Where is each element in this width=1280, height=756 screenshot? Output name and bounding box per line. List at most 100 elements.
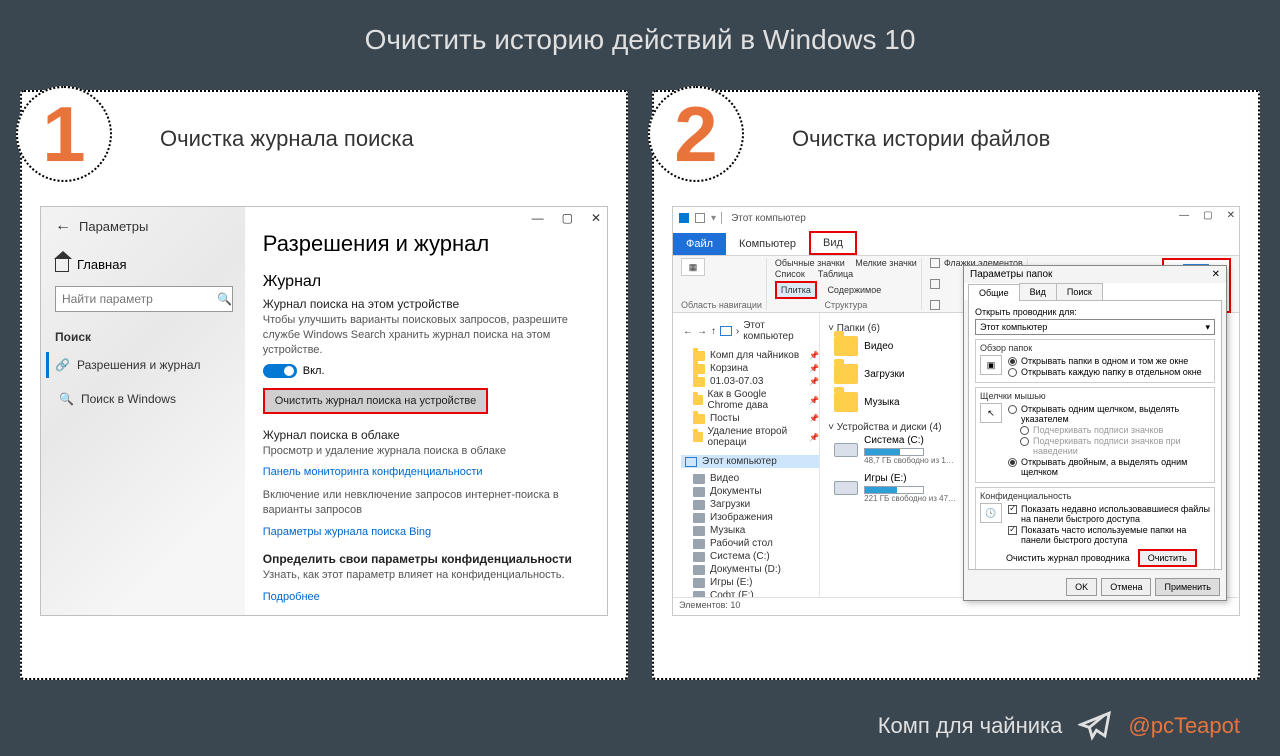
device-journal-toggle[interactable]: Вкл. bbox=[263, 364, 593, 378]
privacy-desc: Узнать, как этот параметр влияет на конф… bbox=[263, 568, 593, 583]
close-icon[interactable]: ✕ bbox=[591, 211, 601, 225]
check-recent-files[interactable]: Показать недавно использовавшиеся файлы … bbox=[1008, 504, 1210, 524]
page-footer: Комп для чайника @pcTeapot bbox=[0, 696, 1280, 756]
minimize-icon[interactable]: — bbox=[532, 211, 544, 225]
sidebar-item[interactable]: Комп для чайников📌 bbox=[681, 349, 819, 362]
pc-icon bbox=[685, 457, 697, 467]
sidebar-item[interactable]: Софт (F:) bbox=[681, 589, 819, 597]
sidebar-item[interactable]: Документы bbox=[681, 485, 819, 498]
drive-icon bbox=[693, 578, 705, 588]
apply-button[interactable]: Применить bbox=[1155, 578, 1220, 596]
clear-explorer-journal-button[interactable]: Очистить bbox=[1138, 549, 1197, 567]
sidebar-item[interactable]: Игры (E:) bbox=[681, 576, 819, 589]
drive-icon bbox=[693, 474, 705, 484]
back-arrow-icon: ← bbox=[55, 217, 71, 235]
close-icon[interactable]: ✕ bbox=[1227, 210, 1235, 221]
explorer-title-text: Этот компьютер bbox=[731, 213, 806, 224]
radio-new-window[interactable]: Открывать каждую папку в отдельном окне bbox=[1008, 367, 1210, 377]
folder-icon bbox=[693, 432, 703, 442]
sidebar-item[interactable]: Удаление второй операци📌 bbox=[681, 425, 819, 449]
tab-computer[interactable]: Компьютер bbox=[726, 233, 809, 255]
step-badge-2: 2 bbox=[648, 86, 744, 182]
settings-main: — ▢ ✕ Разрешения и журнал Журнал Журнал … bbox=[245, 207, 607, 615]
nav-item-label: Разрешения и журнал bbox=[77, 358, 201, 372]
settings-back-row[interactable]: ← Параметры bbox=[55, 217, 233, 235]
footer-handle[interactable]: @pcTeapot bbox=[1128, 713, 1240, 739]
folder-icon bbox=[693, 364, 705, 374]
drive-icon bbox=[834, 443, 858, 457]
sidebar-item[interactable]: Посты📌 bbox=[681, 412, 819, 425]
nav-item-permissions[interactable]: 🔗 Разрешения и журнал bbox=[46, 352, 233, 378]
clear-device-journal-button[interactable]: Очистить журнал поиска на устройстве bbox=[263, 388, 488, 414]
nav-pane-icon[interactable]: ▦ bbox=[681, 258, 705, 276]
explorer-tabs: Файл Компьютер Вид bbox=[673, 229, 1239, 255]
dialog-tab-search[interactable]: Поиск bbox=[1056, 283, 1103, 300]
sidebar-item[interactable]: Корзина📌 bbox=[681, 362, 819, 375]
explorer-window-buttons[interactable]: — ▢ ✕ bbox=[1179, 210, 1235, 221]
chevron-down-icon: ▾ bbox=[1205, 322, 1210, 333]
sidebar-item[interactable]: Система (C:) bbox=[681, 550, 819, 563]
cloud-journal-heading: Журнал поиска в облаке bbox=[263, 428, 593, 442]
window-buttons[interactable]: — ▢ ✕ bbox=[532, 211, 601, 225]
radio-double-click[interactable]: Открывать двойным, а выделять одним щелч… bbox=[1008, 457, 1210, 477]
sidebar-item[interactable]: Рабочий стол bbox=[681, 537, 819, 550]
dialog-tab-view[interactable]: Вид bbox=[1019, 283, 1057, 300]
nav-home[interactable]: Главная bbox=[55, 257, 233, 272]
nav-item-label: Поиск в Windows bbox=[81, 392, 176, 406]
journal-heading: Журнал bbox=[263, 273, 593, 291]
sidebar-item[interactable]: Изображения bbox=[681, 511, 819, 524]
cloud-journal-desc: Просмотр и удаление журнала поиска в обл… bbox=[263, 444, 593, 459]
checkbox-icon[interactable] bbox=[930, 258, 940, 268]
page-title: Очистить историю действий в Windows 10 bbox=[365, 24, 916, 56]
cursor-icon: ↖ bbox=[980, 403, 1002, 423]
device-journal-heading: Журнал поиска на этом устройстве bbox=[263, 297, 593, 311]
maximize-icon[interactable]: ▢ bbox=[562, 211, 573, 225]
sidebar-item[interactable]: Музыка bbox=[681, 524, 819, 537]
sidebar-item[interactable]: 01.03-07.03📌 bbox=[681, 375, 819, 388]
radio-underline-hover: Подчеркивать подписи значков при наведен… bbox=[1020, 436, 1210, 456]
panel-1-title: Очистка журнала поиска bbox=[160, 126, 608, 152]
qat-icon bbox=[695, 213, 705, 223]
radio-underline-always: Подчеркивать подписи значков bbox=[1020, 425, 1210, 435]
link-more[interactable]: Подробнее bbox=[263, 591, 320, 603]
link-privacy-panel[interactable]: Панель мониторинга конфиденциальности bbox=[263, 466, 483, 478]
folder-icon bbox=[693, 377, 705, 387]
maximize-icon[interactable]: ▢ bbox=[1203, 210, 1212, 221]
clear-explorer-journal-label: Очистить журнал проводника bbox=[1006, 553, 1130, 563]
layout-tiles-button[interactable]: Плитка bbox=[775, 281, 817, 299]
tab-view[interactable]: Вид bbox=[809, 231, 857, 255]
search-icon: 🔍 bbox=[59, 392, 73, 406]
sidebar-item[interactable]: Документы (D:) bbox=[681, 563, 819, 576]
sidebar-this-pc[interactable]: Этот компьютер bbox=[681, 455, 819, 468]
radio-same-window[interactable]: Открывать папки в одном и том же окне bbox=[1008, 356, 1210, 366]
sidebar-item[interactable]: Загрузки bbox=[681, 498, 819, 511]
nav-item-search-windows[interactable]: 🔍 Поиск в Windows bbox=[55, 386, 233, 412]
check-frequent-folders[interactable]: Показать часто используемые папки на пан… bbox=[1008, 525, 1210, 545]
explorer-sidebar[interactable]: ←→↑ › Этот компьютер Комп для чайников📌К… bbox=[673, 313, 820, 597]
close-icon[interactable]: ✕ bbox=[1212, 269, 1220, 280]
sidebar-item[interactable]: Видео bbox=[681, 472, 819, 485]
privacy-icon: 🕓 bbox=[980, 503, 1002, 523]
settings-search-input[interactable] bbox=[62, 292, 217, 306]
minimize-icon[interactable]: — bbox=[1179, 210, 1189, 221]
sidebar-item[interactable]: Как в Google Chrome дава📌 bbox=[681, 388, 819, 412]
settings-window: ← Параметры Главная 🔍 Поиск 🔗 Разрешения… bbox=[40, 206, 608, 616]
ribbon-group-layout: Обычные значки Мелкие значки Список Табл… bbox=[771, 258, 922, 310]
ok-button[interactable]: OK bbox=[1066, 578, 1097, 596]
cancel-button[interactable]: Отмена bbox=[1101, 578, 1151, 596]
tab-file[interactable]: Файл bbox=[673, 233, 726, 255]
folder-icon bbox=[834, 364, 858, 384]
open-explorer-for-select[interactable]: Этот компьютер▾ bbox=[975, 319, 1215, 335]
radio-single-click[interactable]: Открывать одним щелчком, выделять указат… bbox=[1008, 404, 1210, 424]
telegram-icon bbox=[1078, 709, 1112, 743]
dialog-title: Параметры папок bbox=[970, 269, 1052, 280]
toggle-track bbox=[263, 364, 297, 378]
drive-icon bbox=[693, 487, 705, 497]
link-bing-settings[interactable]: Параметры журнала поиска Bing bbox=[263, 526, 431, 538]
folder-icon bbox=[693, 351, 705, 361]
dialog-tab-general[interactable]: Общие bbox=[968, 284, 1020, 301]
internet-search-desc: Включение или невключение запросов интер… bbox=[263, 488, 593, 518]
open-explorer-for-label: Открыть проводник для: bbox=[975, 307, 1077, 317]
browse-icon: ▣ bbox=[980, 355, 1002, 375]
settings-search[interactable]: 🔍 bbox=[55, 286, 233, 312]
